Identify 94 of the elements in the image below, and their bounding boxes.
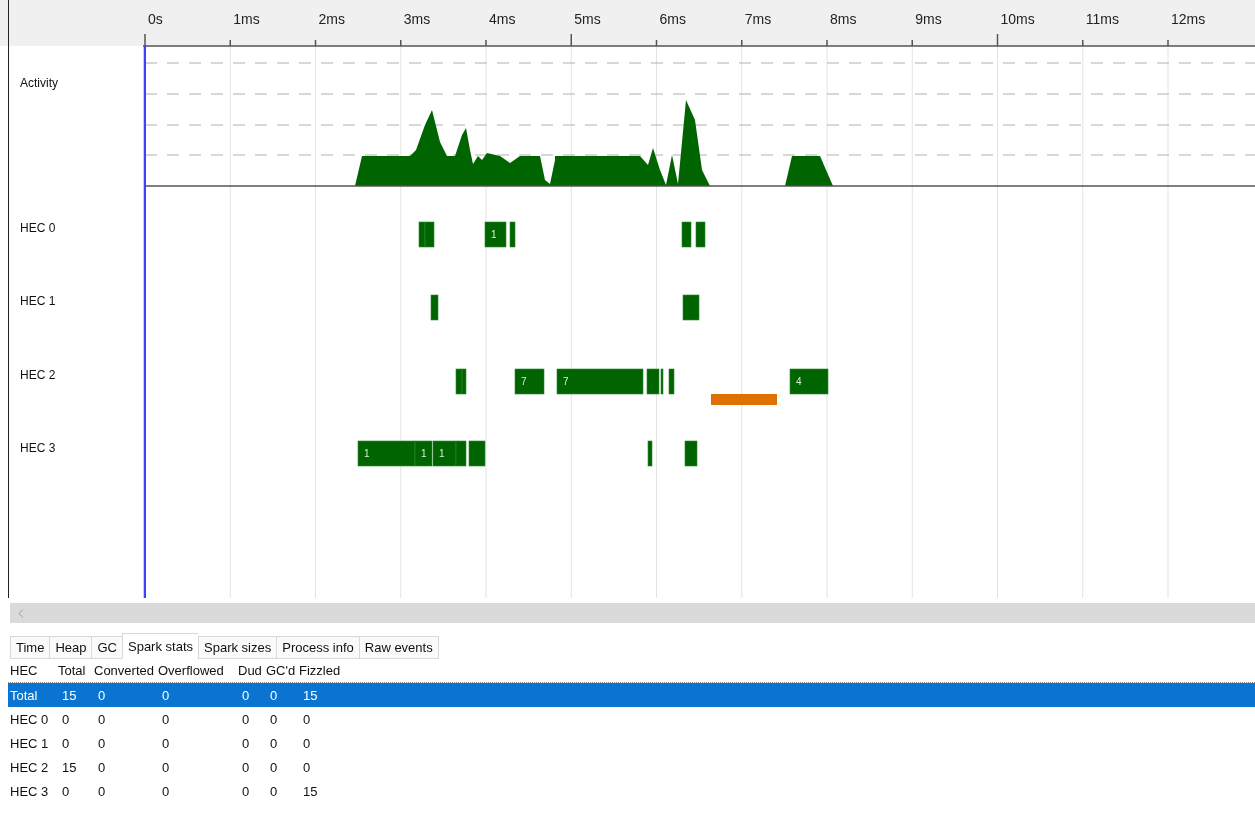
table-cell-text: HEC 1 [10,735,50,751]
event-bar [509,221,516,248]
event-bar [695,221,706,248]
scroll-left-icon[interactable] [18,608,24,618]
tick-label: 6ms [659,11,686,27]
table-cell-text: 15 [61,759,78,775]
tick-label: 4ms [489,11,516,27]
tick-label: 8ms [830,11,857,27]
event-bar [681,221,692,248]
column-header: Converted [94,663,155,678]
table-cell-text: 15 [61,687,78,703]
column-header: Overflowed [158,663,225,678]
tick-label: 11ms [1085,11,1119,27]
table-cell-text: 0 [302,735,312,751]
tick-label: 12ms [1171,11,1206,27]
row-label: HEC 0 [20,221,56,235]
table-cell-text: 0 [97,687,107,703]
tick-label: 9ms [915,11,942,27]
table-cell-text: 0 [61,735,71,751]
bar-label: 1 [491,229,497,240]
table-cell-text: 0 [161,687,171,703]
table-cell-text: 15 [302,687,319,703]
tab[interactable]: Heap [49,636,92,659]
table-cell-text: 0 [161,711,171,727]
table-cell-text: 0 [61,783,71,799]
table-cell-text: 0 [97,783,107,799]
tick-label: 7ms [744,11,772,27]
table-cell-text: 0 [241,687,251,703]
table-cell-text: Total [10,687,39,703]
column-header: Fizzled [299,663,342,678]
table-cell-text: 0 [302,759,312,775]
bar-label: 1 [364,448,370,459]
event-bar [430,294,439,321]
table-cell-text: 0 [241,735,251,751]
table-cell-text: 0 [241,783,251,799]
column-header: Dud [238,663,263,678]
tab[interactable]: Time [10,636,50,659]
table-cell-text: 0 [97,711,107,727]
tick-label: 5ms [574,11,601,27]
table-cell-text: HEC 0 [10,711,50,727]
table-cell-text: 0 [269,735,279,751]
table-cell-text: 0 [241,711,251,727]
horizontal-scrollbar[interactable] [10,603,1255,623]
table-cell-text: HEC 3 [10,783,50,799]
tick-label: 0s [148,11,163,27]
event-bar [514,368,545,395]
table-cell-text: 0 [161,759,171,775]
tab[interactable]: GC [91,636,122,659]
table-cell-text: 0 [269,687,279,703]
table-row[interactable]: Total 15 0 0 0 0 15 [8,683,1255,707]
event-bar [647,440,653,467]
row-label: HEC 2 [20,368,56,382]
tick-label: 10ms [1000,11,1035,27]
event-bar [668,368,675,395]
table-cell-text: 0 [97,735,107,751]
tick-label: 2ms [318,11,345,27]
bar-label: 4 [796,376,802,387]
event-bar [484,221,507,248]
event-bar [424,221,435,248]
table-cell-text: HEC 2 [10,759,50,775]
bar-label: 1 [439,448,445,459]
table-cell-text: 0 [61,711,71,727]
bar-label: 1 [421,448,427,459]
row-label: HEC 1 [20,294,56,308]
tab[interactable]: Process info [276,636,359,659]
table-cell-text: 0 [97,759,107,775]
event-bar [682,294,700,321]
table-cell-text: 0 [269,759,279,775]
row-label: Activity [20,76,58,90]
column-header: Total [58,663,87,678]
tab[interactable]: Spark stats [122,633,198,659]
event-bar [789,368,829,395]
bar-label: 7 [521,376,527,387]
table-row[interactable]: HEC 3 0 0 0 0 0 15 [8,779,1255,803]
table-row[interactable]: HEC 1 0 0 0 0 0 0 [8,731,1255,755]
tick-label: 3ms [403,11,431,27]
table-row[interactable]: HEC 0 0 0 0 0 0 0 [8,707,1255,731]
tab[interactable]: Raw events [358,636,439,659]
table-cell-text: 0 [161,783,171,799]
tab[interactable]: Spark sizes [198,636,277,659]
table-cell-text: 0 [241,759,251,775]
bar-label: 7 [563,376,569,387]
table-cell-text: 0 [269,783,279,799]
column-header: HEC [10,663,39,678]
table-cell-text: 0 [302,711,312,727]
table-row[interactable]: HEC 2 15 0 0 0 0 0 [8,755,1255,779]
table-cell-text: 0 [161,735,171,751]
table-cell-text: 0 [269,711,279,727]
table-cell-text: 15 [302,783,319,799]
column-header: GC'd [266,663,297,678]
event-bar [711,394,777,405]
tick-label: 1ms [233,11,260,27]
event-bar [684,440,698,467]
row-label: HEC 3 [20,441,56,455]
